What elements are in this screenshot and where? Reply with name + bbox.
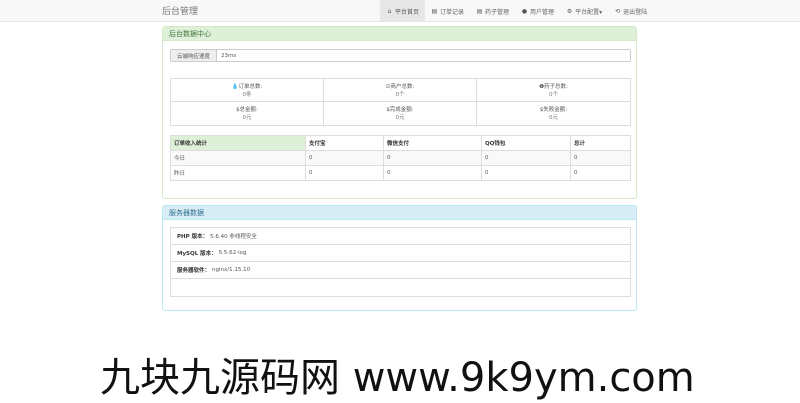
response-speed-label: 云端响应速度 [171,50,217,61]
nav-item-label: 药子管理 [485,8,510,16]
server-row-software: 服务器软件： nginx/1.15.10 [171,262,630,279]
panel-title: 后台数据中心 [163,27,636,41]
stat-total-amount: $总金额: 0元 [171,102,324,125]
nav-item-keys[interactable]: ▤ 药子管理 [470,0,515,22]
stat-merchant-count: ☑商户总数: 0个 [324,79,477,102]
nav-item-users[interactable]: ● 用户管理 [515,0,560,22]
server-row-php: PHP 版本： 5.6.40 非线程安全 [171,228,630,245]
column-header: 支付宝 [305,135,384,151]
table-cell: 0 [383,150,482,166]
column-header: QQ钱包 [481,135,571,151]
nav-item-logout[interactable]: ⟲ 退出登陆 [608,0,653,22]
server-row-value: 5.5.62-log [218,250,247,256]
gear-icon: ⚙ [566,7,573,15]
table-cell: 0 [570,150,631,166]
server-row-label: 服务器软件： [177,268,211,274]
nav-item-label: 平台配置▾ [575,8,603,16]
stat-completed-amount: $完成金额: 0元 [324,102,477,125]
stat-value: 0个 [549,92,558,98]
server-row-label: MySQL 版本： [177,251,217,257]
stat-label: $总金额: [236,107,258,113]
logout-icon: ⟲ [615,7,621,15]
data-center-panel: 后台数据中心 云端响应速度 23ms 💧订单总数: 0条 ☑商户总数: 0个 ❶… [162,26,637,199]
server-row-empty [171,279,630,296]
stat-key-count: ❶药子总数: 0个 [477,79,630,102]
brand-title[interactable]: 后台管理 [162,4,198,17]
stat-value: 0元 [242,115,252,121]
top-navbar: 后台管理 ⌂ 平台首页 ▤ 订单记录 ▤ 药子管理 ● 用户管理 ⚙ 平台配置▾… [0,0,800,22]
response-speed-value: 23ms [221,52,237,59]
stat-value: 0元 [549,115,558,121]
stat-value: 0条 [242,92,252,98]
nav-item-label: 订单记录 [440,8,465,16]
response-speed-box: 云端响应速度 23ms [170,49,631,62]
watermark-text: 九块九源码网 www.9k9ym.com [100,355,695,401]
column-header: 微信支付 [383,135,482,151]
stat-failed-amount: $失败金额: 0元 [477,102,630,125]
main-nav: ⌂ 平台首页 ▤ 订单记录 ▤ 药子管理 ● 用户管理 ⚙ 平台配置▾ ⟲ 退出… [380,0,653,22]
table-cell: 昨日 [170,165,306,181]
table-cell: 0 [481,165,571,181]
table-cell: 0 [570,165,631,181]
stat-order-count: 💧订单总数: 0条 [171,79,324,102]
stat-label: ☑商户总数: [385,84,415,90]
nav-item-label: 退出登陆 [623,8,648,16]
nav-item-home[interactable]: ⌂ 平台首页 [380,0,426,22]
stat-value: 0元 [395,115,405,121]
table-row: 今日 0 0 0 0 [170,150,631,166]
server-row-value: nginx/1.15.10 [212,267,251,273]
stat-label: $完成金额: [386,107,414,113]
table-header-row: 订单收入统计 支付宝 微信支付 QQ钱包 总计 [170,135,631,151]
column-header: 订单收入统计 [170,135,306,151]
nav-item-orders[interactable]: ▤ 订单记录 [425,0,470,22]
nav-item-label: 平台首页 [395,8,420,16]
table-row: 昨日 0 0 0 0 [170,165,631,181]
home-icon: ⌂ [387,7,392,15]
panel-title: 服务器数据 [163,206,636,220]
table-cell: 0 [305,150,384,166]
stat-label: ❶药子总数: [539,84,568,90]
stat-value: 0个 [395,92,405,98]
user-icon: ● [521,7,528,15]
table-cell: 0 [481,150,571,166]
server-info-table: PHP 版本： 5.6.40 非线程安全 MySQL 版本： 5.5.62-lo… [170,227,631,297]
list-icon: ▤ [431,7,438,15]
table-cell: 今日 [170,150,306,166]
server-data-panel: 服务器数据 PHP 版本： 5.6.40 非线程安全 MySQL 版本： 5.5… [162,205,637,311]
stats-grid: 💧订单总数: 0条 ☑商户总数: 0个 ❶药子总数: 0个 $总金额: 0元 $… [170,78,631,126]
column-header: 总计 [570,135,631,151]
nav-item-label: 用户管理 [530,8,555,16]
server-row-mysql: MySQL 版本： 5.5.62-log [171,245,630,262]
stat-label: $失败金额: [539,107,568,113]
nav-item-config-dropdown[interactable]: ⚙ 平台配置▾ [560,0,608,22]
table-cell: 0 [383,165,482,181]
server-row-label: PHP 版本： [177,234,209,240]
stat-label: 💧订单总数: [231,84,263,90]
revenue-table: 订单收入统计 支付宝 微信支付 QQ钱包 总计 今日 0 0 0 0 昨日 0 … [170,135,631,181]
table-cell: 0 [305,165,384,181]
server-row-value: 5.6.40 非线程安全 [210,234,257,240]
list-icon: ▤ [476,7,483,15]
